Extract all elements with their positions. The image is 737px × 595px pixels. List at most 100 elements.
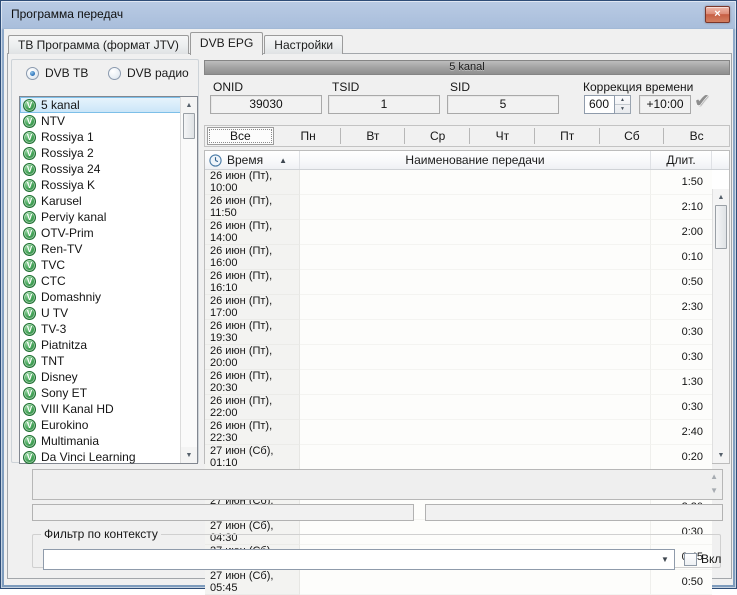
channel-item-label: TNT [41, 354, 64, 368]
epg-row[interactable]: 26 июн (Пт), 20:301:30 [205, 370, 712, 395]
correction-offset-field[interactable]: +10:00 [639, 95, 691, 114]
filter-checkbox[interactable] [684, 553, 697, 566]
spinner-up-icon[interactable]: ▲ [615, 96, 630, 105]
epg-row-name [300, 570, 651, 595]
epg-scrollbar-thumb[interactable] [715, 205, 727, 249]
channel-v-icon: V [23, 387, 36, 400]
scroll-up-icon[interactable]: ▲ [710, 473, 718, 481]
close-button[interactable]: × [705, 6, 730, 23]
channel-item[interactable]: VDomashniy [20, 289, 181, 305]
day-tab-2[interactable]: Пн [276, 126, 341, 146]
epg-row-name [300, 420, 651, 445]
channel-item-label: Disney [41, 370, 78, 384]
channel-item[interactable]: VDisney [20, 369, 181, 385]
epg-row-duration: 0:30 [651, 320, 712, 345]
epg-table-body: 26 июн (Пт), 10:001:5026 июн (Пт), 11:50… [205, 170, 729, 463]
epg-row[interactable]: 26 июн (Пт), 20:00 0:30 [205, 345, 712, 370]
scroll-up-icon[interactable]: ▲ [713, 189, 729, 205]
channel-item[interactable]: VPerviy kanal [20, 209, 181, 225]
channel-list-scrollbar[interactable]: ▲ ▼ [180, 97, 197, 463]
tab-settings[interactable]: Настройки [264, 35, 343, 54]
scroll-down-icon[interactable]: ▼ [181, 447, 197, 463]
epg-row-name [300, 295, 651, 320]
column-header-name[interactable]: Наименование передачи [300, 151, 651, 169]
apply-check-icon[interactable]: ✔ [694, 90, 720, 114]
channel-item[interactable]: VRossiya K [20, 177, 181, 193]
channel-item[interactable]: VEurokino [20, 417, 181, 433]
channel-item[interactable]: VRossiya 1 [20, 129, 181, 145]
epg-row-duration: 0:30 [651, 345, 712, 370]
epg-row[interactable]: 26 июн (Пт), 22:000:30 [205, 395, 712, 420]
channel-item[interactable]: VVIII Kanal HD [20, 401, 181, 417]
onid-field[interactable]: 39030 [210, 95, 322, 114]
radio-dvb-tv[interactable]: DVB ТВ [26, 66, 88, 80]
day-tab-1[interactable]: Все [207, 127, 274, 145]
channel-scrollbar-track[interactable] [181, 139, 197, 447]
channel-item[interactable]: VRen-TV [20, 241, 181, 257]
channel-item[interactable]: VMultimania [20, 433, 181, 449]
epg-row[interactable]: 26 июн (Пт), 16:000:10 [205, 245, 712, 270]
epg-row[interactable]: 27 июн (Сб), 01:100:20 [205, 445, 712, 470]
epg-row[interactable]: 26 июн (Пт), 11:502:10 [205, 195, 712, 220]
epg-row[interactable]: 26 июн (Пт), 10:001:50 [205, 170, 712, 195]
epg-scrollbar[interactable]: ▲ ▼ [712, 189, 729, 463]
tab-dvb-epg[interactable]: DVB EPG [190, 32, 263, 55]
day-tab-3[interactable]: Вт [341, 126, 406, 146]
channel-item[interactable]: VOTV-Prim [20, 225, 181, 241]
channel-item-label: TVC [41, 258, 65, 272]
channel-item[interactable]: VKarusel [20, 193, 181, 209]
epg-row[interactable]: 27 июн (Сб), 05:450:50 [205, 570, 712, 595]
channel-item[interactable]: VU TV [20, 305, 181, 321]
channel-scrollbar-thumb[interactable] [183, 113, 195, 139]
column-header-time[interactable]: Время ▲ [205, 151, 300, 169]
filter-combobox[interactable]: ▼ [43, 549, 675, 570]
radio-dvb-radio[interactable]: DVB радио [108, 66, 189, 80]
source-radio-group: DVB ТВ DVB радио [12, 66, 198, 84]
column-header-duration[interactable]: Длит. [651, 151, 712, 169]
day-tab-8[interactable]: Вс [664, 126, 729, 146]
channel-item[interactable]: VDa Vinci Learning [20, 449, 181, 465]
filter-enable[interactable]: Вкл [684, 552, 721, 566]
epg-row-duration: 2:10 [651, 195, 712, 220]
epg-row[interactable]: 26 июн (Пт), 16:100:50 [205, 270, 712, 295]
scroll-down-icon[interactable]: ▼ [713, 447, 729, 463]
epg-row[interactable]: 26 июн (Пт), 22:302:40 [205, 420, 712, 445]
epg-row[interactable]: 26 июн (Пт), 14:002:00 [205, 220, 712, 245]
day-tab-6[interactable]: Пт [535, 126, 600, 146]
channel-item[interactable]: VPiatnitza [20, 337, 181, 353]
channel-item[interactable]: VSony ET [20, 385, 181, 401]
tab-tv-program-jtv[interactable]: ТВ Программа (формат JTV) [8, 35, 189, 54]
epg-scrollbar-track[interactable] [713, 249, 729, 447]
epg-row-duration: 2:40 [651, 420, 712, 445]
channel-v-icon: V [23, 227, 36, 240]
channel-item[interactable]: VRossiya 24 [20, 161, 181, 177]
scroll-down-icon[interactable]: ▼ [710, 487, 718, 495]
day-tab-7[interactable]: Сб [600, 126, 665, 146]
channel-item[interactable]: VTNT [20, 353, 181, 369]
description-scroll[interactable]: ▲ ▼ [710, 473, 718, 495]
channel-v-icon: V [23, 323, 36, 336]
sid-field[interactable]: 5 [447, 95, 559, 114]
channel-item[interactable]: V5 kanal [20, 97, 181, 113]
correction-minutes-spinner[interactable]: ▲ ▼ [615, 95, 631, 114]
epg-row-name [300, 370, 651, 395]
tsid-field[interactable]: 1 [328, 95, 440, 114]
spinner-down-icon[interactable]: ▼ [615, 105, 630, 113]
channel-item[interactable]: VNTV [20, 113, 181, 129]
correction-minutes-input[interactable]: 600 [584, 95, 615, 114]
close-icon: × [714, 8, 720, 20]
titlebar[interactable]: Программа передач × [1, 1, 736, 29]
epg-row-name [300, 445, 651, 470]
day-tab-4[interactable]: Ср [405, 126, 470, 146]
scroll-up-icon[interactable]: ▲ [181, 97, 197, 113]
channel-item[interactable]: VTV-3 [20, 321, 181, 337]
channel-item[interactable]: VCTC [20, 273, 181, 289]
channel-item[interactable]: VTVC [20, 257, 181, 273]
day-tab-5[interactable]: Чт [470, 126, 535, 146]
epg-row[interactable]: 26 июн (Пт), 17:002:30 [205, 295, 712, 320]
channel-item[interactable]: VRossiya 2 [20, 145, 181, 161]
epg-row-time: 26 июн (Пт), 20:00 [205, 345, 300, 370]
status-panel-right [425, 504, 723, 521]
epg-row-time: 26 июн (Пт), 14:00 [205, 220, 300, 245]
epg-row[interactable]: 26 июн (Пт), 19:300:30 [205, 320, 712, 345]
